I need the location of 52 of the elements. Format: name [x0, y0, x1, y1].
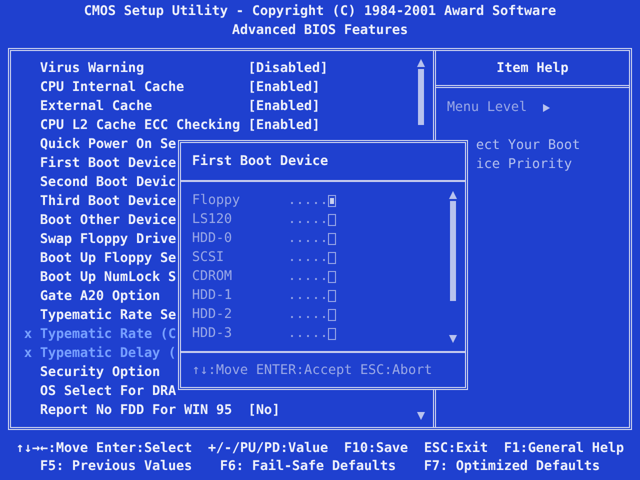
leader-dots: ..... [288, 230, 328, 248]
radio-mark[interactable] [328, 271, 336, 283]
disabled-marker: x [24, 326, 34, 344]
radio-mark[interactable] [328, 309, 336, 321]
leader-dots: ..... [288, 325, 328, 343]
setting-value[interactable]: [Enabled] [248, 97, 320, 116]
setting-value[interactable]: [Enabled] [248, 116, 320, 135]
radio-mark[interactable] [328, 214, 336, 226]
dialog-title: First Boot Device [192, 153, 328, 171]
help-text: ice Priority [475, 156, 574, 174]
leader-dots: ..... [288, 287, 328, 305]
scroll-up-icon [449, 191, 457, 199]
key-hint: F5: Previous Values [40, 458, 192, 476]
page-title: Advanced BIOS Features [232, 22, 408, 40]
scrollbar-thumb[interactable] [418, 69, 424, 125]
setting-value[interactable]: [Enabled] [248, 78, 320, 97]
scroll-up-icon [417, 59, 425, 67]
disabled-marker: x [24, 345, 34, 363]
radio-mark[interactable] [328, 252, 336, 264]
setting-value[interactable]: [No] [248, 401, 280, 420]
leader-dots: ..... [288, 306, 328, 324]
key-hint: +/-/PU/PD:Value [208, 440, 328, 458]
leader-dots: ..... [288, 268, 328, 286]
key-hint: F7: Optimized Defaults [424, 458, 600, 476]
setting-label[interactable]: Report No FDD For WIN 95 [40, 401, 248, 420]
radio-mark[interactable] [328, 328, 336, 340]
radio-mark[interactable] [328, 195, 336, 207]
radio-mark[interactable] [328, 290, 336, 302]
leader-dots: ..... [288, 192, 328, 210]
setting-label[interactable]: OS Select For DRA [40, 382, 248, 401]
radio-mark[interactable] [328, 233, 336, 245]
window-title: CMOS Setup Utility - Copyright (C) 1984-2001 Award Software [84, 3, 556, 21]
setting-label[interactable]: CPU Internal Cache [40, 78, 248, 97]
menu-level-icon [543, 104, 550, 112]
help-title: Item Help [496, 60, 569, 78]
key-hint: F10:Save [344, 440, 408, 458]
scroll-down-icon [449, 335, 457, 343]
setting-label[interactable]: Virus Warning [40, 59, 248, 78]
dialog-key-help: ↑↓:Move ENTER:Accept ESC:Abort [192, 362, 432, 380]
leader-dots: ..... [288, 211, 328, 229]
key-hint: F1:General Help [504, 440, 624, 458]
key-hint: F6: Fail-Safe Defaults [220, 458, 396, 476]
menu-level-label: Menu Level [447, 99, 528, 117]
setting-value[interactable]: [Disabled] [248, 59, 328, 78]
key-hint: ESC:Exit [424, 440, 488, 458]
scroll-down-icon [417, 412, 425, 420]
setting-label[interactable]: CPU L2 Cache ECC Checking [40, 116, 248, 135]
help-text: ect Your Boot [475, 137, 582, 155]
key-hint: ↑↓→←:Move Enter:Select [16, 440, 192, 458]
leader-dots: ..... [288, 249, 328, 267]
scrollbar-thumb[interactable] [450, 201, 456, 301]
setting-label[interactable]: External Cache [40, 97, 248, 116]
